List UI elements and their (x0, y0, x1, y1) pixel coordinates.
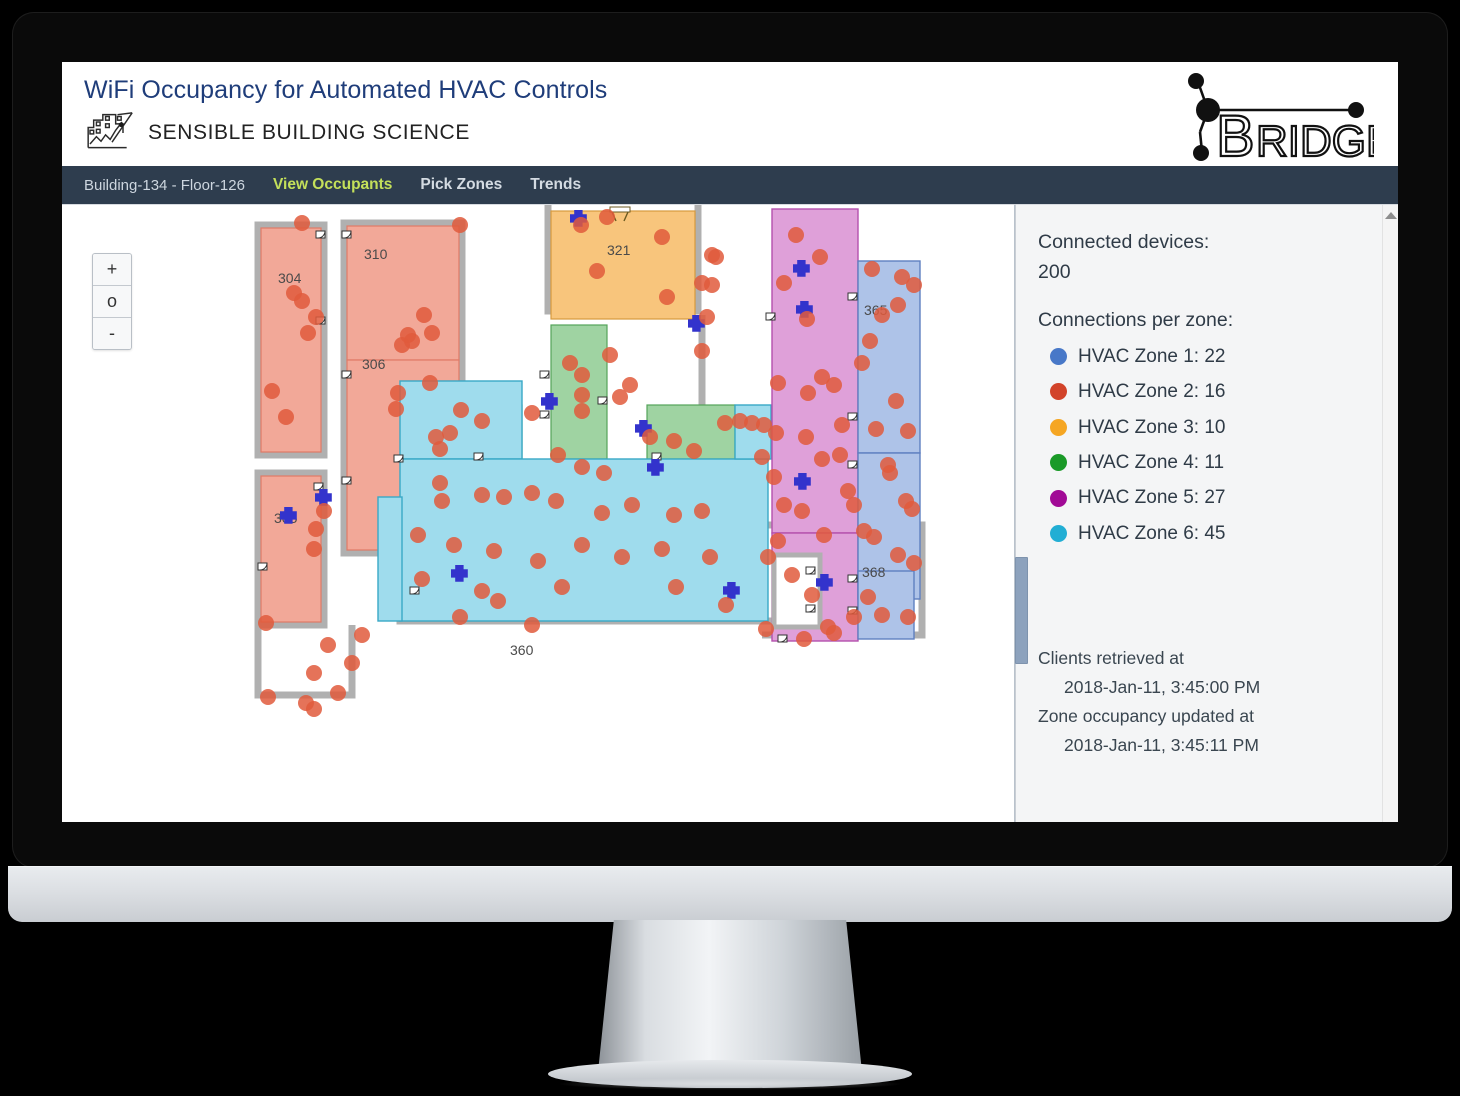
nav-item-pick-zones[interactable]: Pick Zones (420, 176, 502, 194)
zone-1-color-dot-icon (1050, 347, 1067, 365)
sidebar-scroll-track[interactable] (1015, 205, 1028, 822)
breadcrumb-separator: - (171, 176, 177, 194)
connections-per-zone-label: Connections per zone: (1038, 309, 1234, 332)
zone-6-label: HVAC Zone 6: 45 (1078, 522, 1226, 544)
zoom-in-button[interactable]: + (93, 254, 131, 286)
main-navigation[interactable]: Building-134 - Floor-126 View Occupants … (62, 166, 1398, 204)
zone-3-room-321 (550, 210, 696, 320)
connected-devices-label: Connected devices: (1038, 231, 1210, 253)
zone-legend-item-4[interactable]: HVAC Zone 4: 11 (1050, 448, 1398, 477)
content-area: + o - 304 310 306 321 360 365 368 Connec… (62, 204, 1398, 822)
timestamp-block: Clients retrieved at 2018-Jan-11, 3:45:0… (1038, 644, 1398, 760)
room-label-321: 321 (607, 242, 631, 258)
map-zoom-controls[interactable]: + o - (92, 253, 132, 350)
zone-updated-label: Zone occupancy updated at (1038, 706, 1254, 727)
zone-2-label: HVAC Zone 2: 16 (1078, 381, 1226, 403)
floorplan-map[interactable]: + o - 304 310 306 321 360 365 368 (62, 204, 1015, 822)
monitor-stand-neck (598, 920, 862, 1072)
sidebar-scrollbar[interactable] (1382, 205, 1398, 822)
room-label-304: 304 (278, 270, 302, 286)
zone-6-color-dot-icon (1050, 525, 1067, 543)
zone-5-color-dot-icon (1050, 489, 1067, 507)
svg-text:B: B (1216, 104, 1255, 164)
breadcrumb-building[interactable]: Building-134 (84, 177, 167, 194)
zone-legend-list: HVAC Zone 1: 22 HVAC Zone 2: 16 HVAC Zon… (1038, 342, 1398, 549)
zone-3-color-dot-icon (1050, 418, 1067, 436)
zone-legend-item-6[interactable]: HVAC Zone 6: 45 (1050, 519, 1398, 548)
scroll-up-arrow-icon[interactable] (1384, 212, 1397, 219)
zoom-reset-button[interactable]: o (93, 286, 131, 318)
breadcrumb-floor[interactable]: Floor-126 (181, 177, 245, 194)
sidebar-panel: Connected devices: 200 Connections per z… (1014, 204, 1398, 822)
sidebar-content: Connected devices: 200 Connections per z… (1016, 205, 1398, 760)
svg-text:RIDGE: RIDGE (1256, 117, 1374, 164)
zone-legend-item-5[interactable]: HVAC Zone 5: 27 (1050, 483, 1398, 512)
monitor-frame: WiFi Occupancy for Automated HVAC Contro… (0, 0, 1460, 1096)
nav-item-view-occupants[interactable]: View Occupants (273, 176, 392, 194)
room-label-310: 310 (364, 246, 388, 262)
floorplan-svg[interactable]: 304 310 305 306 321 360 365 368 (62, 205, 1015, 822)
screen-viewport: WiFi Occupancy for Automated HVAC Contro… (62, 62, 1398, 822)
zone-3-label: HVAC Zone 3: 10 (1078, 416, 1226, 438)
sidebar-scroll-thumb[interactable] (1015, 557, 1028, 664)
zone-legend-item-3[interactable]: HVAC Zone 3: 10 (1050, 413, 1398, 442)
zone-legend-item-2[interactable]: HVAC Zone 2: 16 (1050, 377, 1398, 406)
bridge-network-node-logo-icon: B RIDGE (1188, 73, 1374, 164)
zone-4-color-dot-icon (1050, 454, 1067, 472)
clients-retrieved-label: Clients retrieved at (1038, 648, 1184, 669)
zone-legend-item-1[interactable]: HVAC Zone 1: 22 (1050, 342, 1398, 371)
monitor-stand-shadow (556, 1078, 904, 1090)
brand-name: SENSIBLE BUILDING SCIENCE (148, 121, 470, 144)
room-label-360: 360 (510, 642, 534, 658)
room-label-306: 306 (362, 356, 386, 372)
zone-5-label: HVAC Zone 5: 27 (1078, 487, 1226, 509)
zone-1-label: HVAC Zone 1: 22 (1078, 345, 1226, 367)
connected-devices-value: 200 (1038, 261, 1071, 284)
zone-2-color-dot-icon (1050, 383, 1067, 401)
zoom-out-button[interactable]: - (93, 318, 131, 349)
clients-retrieved-time: 2018-Jan-11, 3:45:00 PM (1064, 677, 1261, 698)
monitor-chin (8, 866, 1452, 922)
page-header: WiFi Occupancy for Automated HVAC Contro… (62, 62, 1398, 166)
zone-updated-time: 2018-Jan-11, 3:45:11 PM (1064, 734, 1259, 755)
zone-4-label: HVAC Zone 4: 11 (1078, 451, 1225, 473)
nav-item-trends[interactable]: Trends (530, 176, 581, 194)
sensible-building-science-logo-icon (87, 112, 133, 149)
room-label-368: 368 (862, 564, 886, 580)
breadcrumb[interactable]: Building-134 - Floor-126 (84, 177, 245, 194)
